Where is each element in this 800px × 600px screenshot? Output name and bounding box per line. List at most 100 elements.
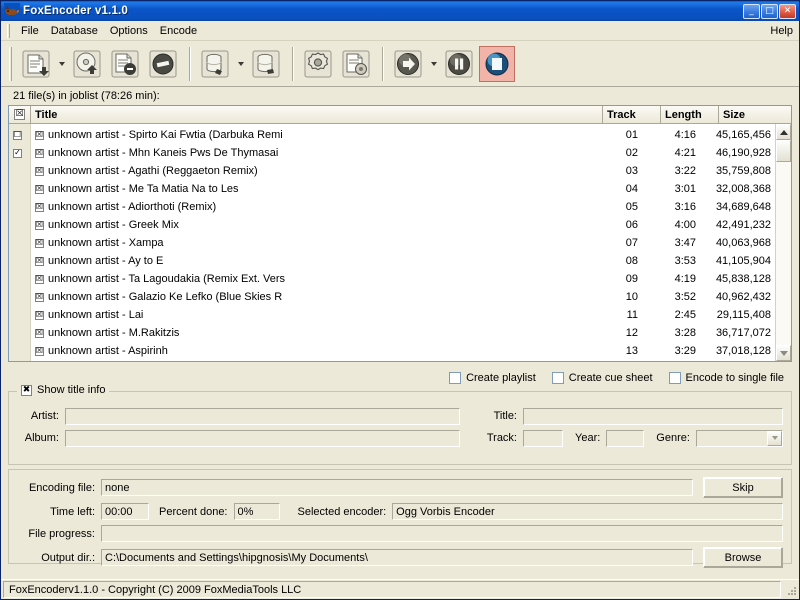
encode-single-file-checkbox[interactable]	[669, 372, 681, 384]
artist-title-row: Artist: Title:	[17, 406, 783, 426]
chevron-down-icon[interactable]	[767, 431, 782, 446]
menu-file[interactable]: File	[15, 23, 45, 39]
album-field[interactable]	[65, 430, 460, 447]
table-row[interactable]: ☒unknown artist - M.Rakitzis 12 3:28 36,…	[31, 324, 775, 342]
encoding-panel: Encoding file: none Skip Time left: 00:0…	[8, 469, 792, 564]
column-header-size[interactable]: Size	[719, 106, 791, 123]
maximize-button[interactable]: □	[761, 4, 778, 19]
clear-list-button[interactable]	[145, 46, 181, 82]
menu-help[interactable]: Help	[764, 23, 799, 39]
row-checkbox[interactable]: ☒	[35, 203, 44, 212]
table-row[interactable]: ☒unknown artist - Spirto Kai Fwtia (Darb…	[31, 126, 775, 144]
scroll-down-button[interactable]	[776, 345, 791, 361]
column-header-length[interactable]: Length	[661, 106, 719, 123]
listview-body: ☐ ✓ ☒unknown artist - Spirto Kai Fwtia (…	[9, 124, 791, 361]
cell-title: ☒ unknown artist - Ay to E	[31, 255, 587, 267]
add-files-dropdown-arrow[interactable]	[56, 46, 67, 82]
browse-button[interactable]: Browse	[703, 547, 783, 568]
resize-grip[interactable]	[783, 582, 799, 598]
table-row[interactable]: ☒unknown artist - Agathi (Reggaeton Remi…	[31, 162, 775, 180]
percent-done-label: Percent done:	[159, 506, 228, 518]
selected-encoder-value: Ogg Vorbis Encoder	[392, 503, 783, 520]
row-checkbox[interactable]: ☒	[35, 149, 44, 158]
remove-file-button[interactable]	[107, 46, 143, 82]
gutter-marker-cell[interactable]: ✓	[9, 144, 30, 162]
menu-database[interactable]: Database	[45, 23, 104, 39]
settings-button[interactable]	[300, 46, 336, 82]
menu-encode[interactable]: Encode	[154, 23, 203, 39]
cell-length: 3:29	[645, 345, 703, 357]
row-checkbox[interactable]: ☒	[35, 293, 44, 302]
column-header-select-all[interactable]: ☒	[9, 106, 31, 123]
track-field[interactable]	[523, 430, 563, 447]
row-checkbox[interactable]: ☒	[35, 167, 44, 176]
pause-encode-button[interactable]	[441, 46, 477, 82]
row-checkbox[interactable]: ☒	[35, 329, 44, 338]
create-cue-sheet-checkbox[interactable]	[552, 372, 564, 384]
stop-encode-button[interactable]	[479, 46, 515, 82]
year-field[interactable]	[606, 430, 644, 447]
row-checkbox[interactable]: ☒	[35, 185, 44, 194]
scroll-up-button[interactable]	[776, 124, 791, 140]
cell-size: 36,717,072	[703, 327, 775, 339]
gutter-checkbox[interactable]: ☐	[13, 131, 22, 140]
title-field[interactable]	[523, 408, 783, 425]
table-row[interactable]: ☒unknown artist - Ksipna_Thanasi 14 3:34…	[31, 360, 775, 361]
gutter-checkbox-cell[interactable]: ☐	[9, 126, 30, 144]
table-row[interactable]: ☒unknown artist - Greek Mix 06 4:00 42,4…	[31, 216, 775, 234]
cell-size: 35,759,808	[703, 165, 775, 177]
show-title-info-toggle[interactable]: ✖ Show title info	[17, 384, 109, 396]
row-title-text: unknown artist - Ay to E	[48, 255, 163, 267]
scrollbar-thumb[interactable]	[776, 140, 791, 162]
row-checkbox[interactable]: ☒	[35, 347, 44, 356]
skip-button[interactable]: Skip	[703, 477, 783, 498]
table-row[interactable]: ☒unknown artist - Aspirinh 13 3:29 37,01…	[31, 342, 775, 360]
select-all-checkbox[interactable]: ☒	[14, 109, 25, 120]
encode-single-file-option[interactable]: Encode to single file	[669, 372, 784, 384]
row-title-text: unknown artist - Adiorthoti (Remix)	[48, 201, 216, 213]
table-row[interactable]: ☒unknown artist - Xampa 07 3:47 40,063,9…	[31, 234, 775, 252]
column-header-track[interactable]: Track	[603, 106, 661, 123]
row-checkbox[interactable]: ☒	[35, 221, 44, 230]
row-checkbox[interactable]: ☒	[35, 239, 44, 248]
create-playlist-option[interactable]: Create playlist	[449, 372, 536, 384]
output-dir-value[interactable]: C:\Documents and Settings\hipgnosis\My D…	[101, 549, 693, 566]
column-header-title[interactable]: Title	[31, 106, 603, 123]
scrollbar-track[interactable]	[776, 162, 791, 345]
table-row[interactable]: ☒unknown artist - Me Ta Matia Na to Les …	[31, 180, 775, 198]
row-checkbox[interactable]: ☒	[35, 131, 44, 140]
create-cue-sheet-option[interactable]: Create cue sheet	[552, 372, 653, 384]
toolbar-grip[interactable]	[9, 47, 12, 81]
listview-vertical-scrollbar[interactable]	[775, 124, 791, 361]
minimize-button[interactable]: _	[743, 4, 760, 19]
database-add-button[interactable]	[197, 46, 233, 82]
database-edit-button[interactable]	[248, 46, 284, 82]
listview-header: ☒ Title Track Length Size	[9, 106, 791, 124]
table-row[interactable]: ☒unknown artist - Lai 11 2:45 29,115,408	[31, 306, 775, 324]
close-button[interactable]: ✕	[779, 4, 796, 19]
start-encode-dropdown-arrow[interactable]	[428, 46, 439, 82]
row-checkbox[interactable]: ☒	[35, 257, 44, 266]
genre-combobox[interactable]	[696, 430, 783, 447]
table-row[interactable]: ☒unknown artist - Ay to E 08 3:53 41,105…	[31, 252, 775, 270]
show-title-info-checkbox[interactable]: ✖	[21, 385, 32, 396]
artist-field[interactable]	[65, 408, 460, 425]
file-settings-button[interactable]	[338, 46, 374, 82]
database-add-dropdown-arrow[interactable]	[235, 46, 246, 82]
table-row[interactable]: ☒unknown artist - Adiorthoti (Remix) 05 …	[31, 198, 775, 216]
menu-options[interactable]: Options	[104, 23, 154, 39]
table-row[interactable]: ☒unknown artist - Mhn Kaneis Pws De Thym…	[31, 144, 775, 162]
cell-title: ☒unknown artist - Galazio Ke Lefko (Blue…	[31, 291, 587, 303]
cell-size: 29,115,408	[703, 309, 775, 321]
create-playlist-checkbox[interactable]	[449, 372, 461, 384]
table-row[interactable]: ☒unknown artist - Ta Lagoudakia (Remix E…	[31, 270, 775, 288]
table-row[interactable]: ☒unknown artist - Galazio Ke Lefko (Blue…	[31, 288, 775, 306]
start-encode-button[interactable]	[390, 46, 426, 82]
row-checkbox[interactable]: ☒	[35, 311, 44, 320]
cell-size: 34,689,648	[703, 201, 775, 213]
add-cd-button[interactable]	[69, 46, 105, 82]
cell-length: 3:28	[645, 327, 703, 339]
percent-done-value: 0%	[234, 503, 280, 520]
add-files-button[interactable]	[18, 46, 54, 82]
row-checkbox[interactable]: ☒	[35, 275, 44, 284]
